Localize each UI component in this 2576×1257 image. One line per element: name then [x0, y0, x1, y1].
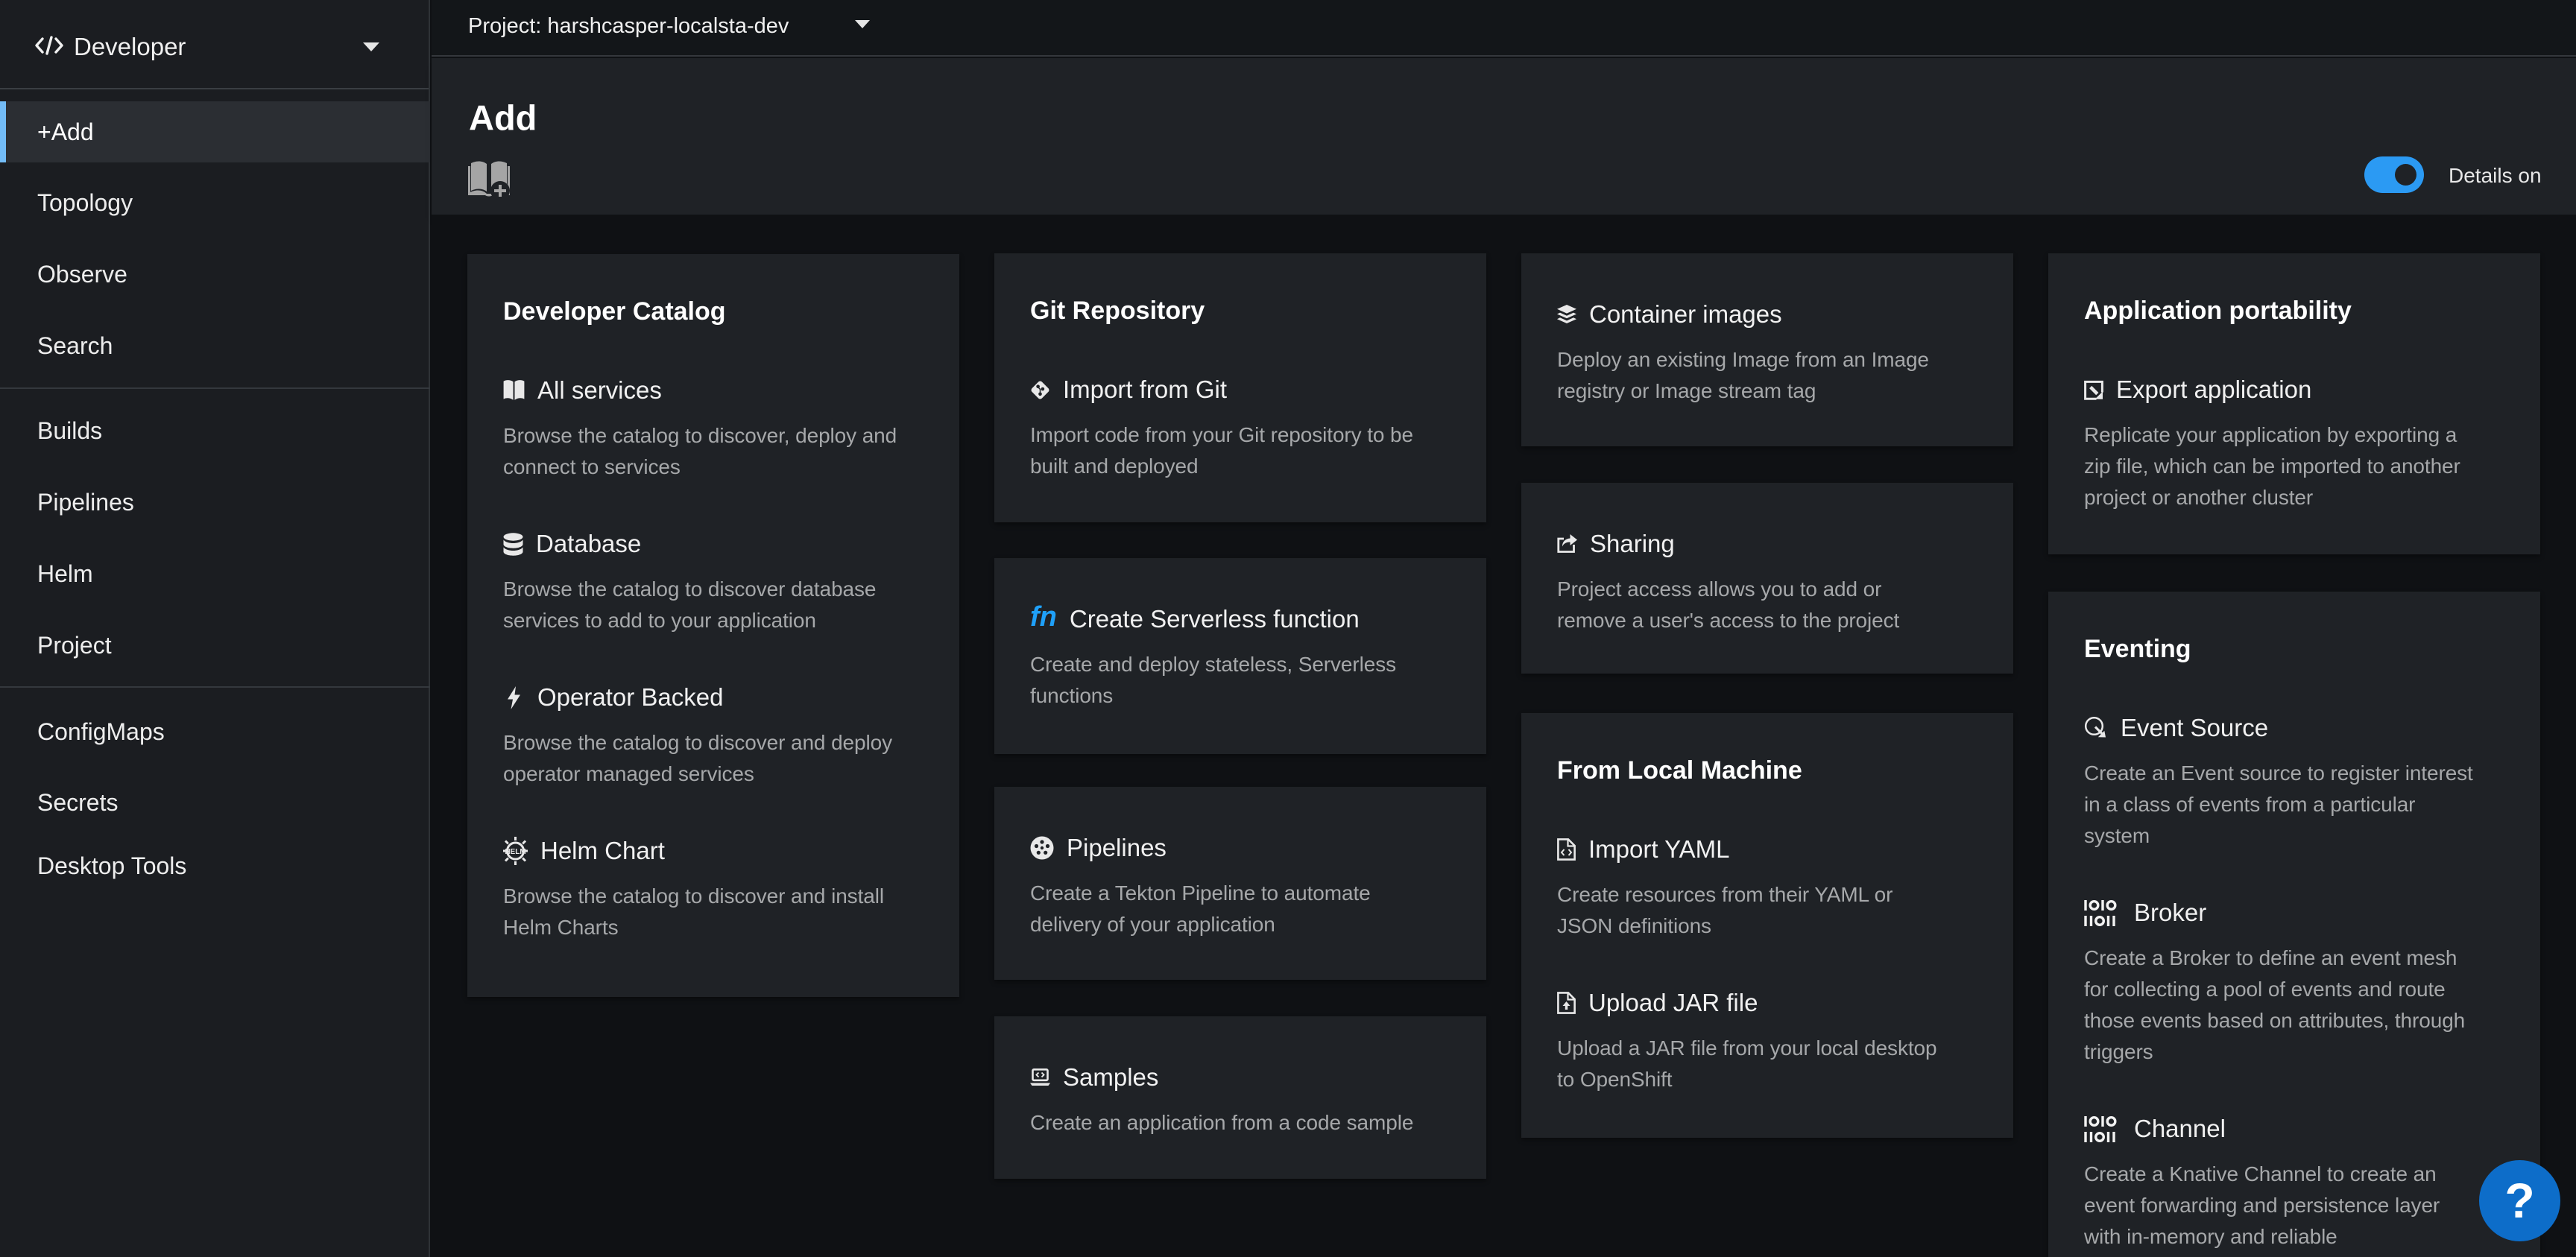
svg-text:HELM: HELM [505, 848, 525, 856]
